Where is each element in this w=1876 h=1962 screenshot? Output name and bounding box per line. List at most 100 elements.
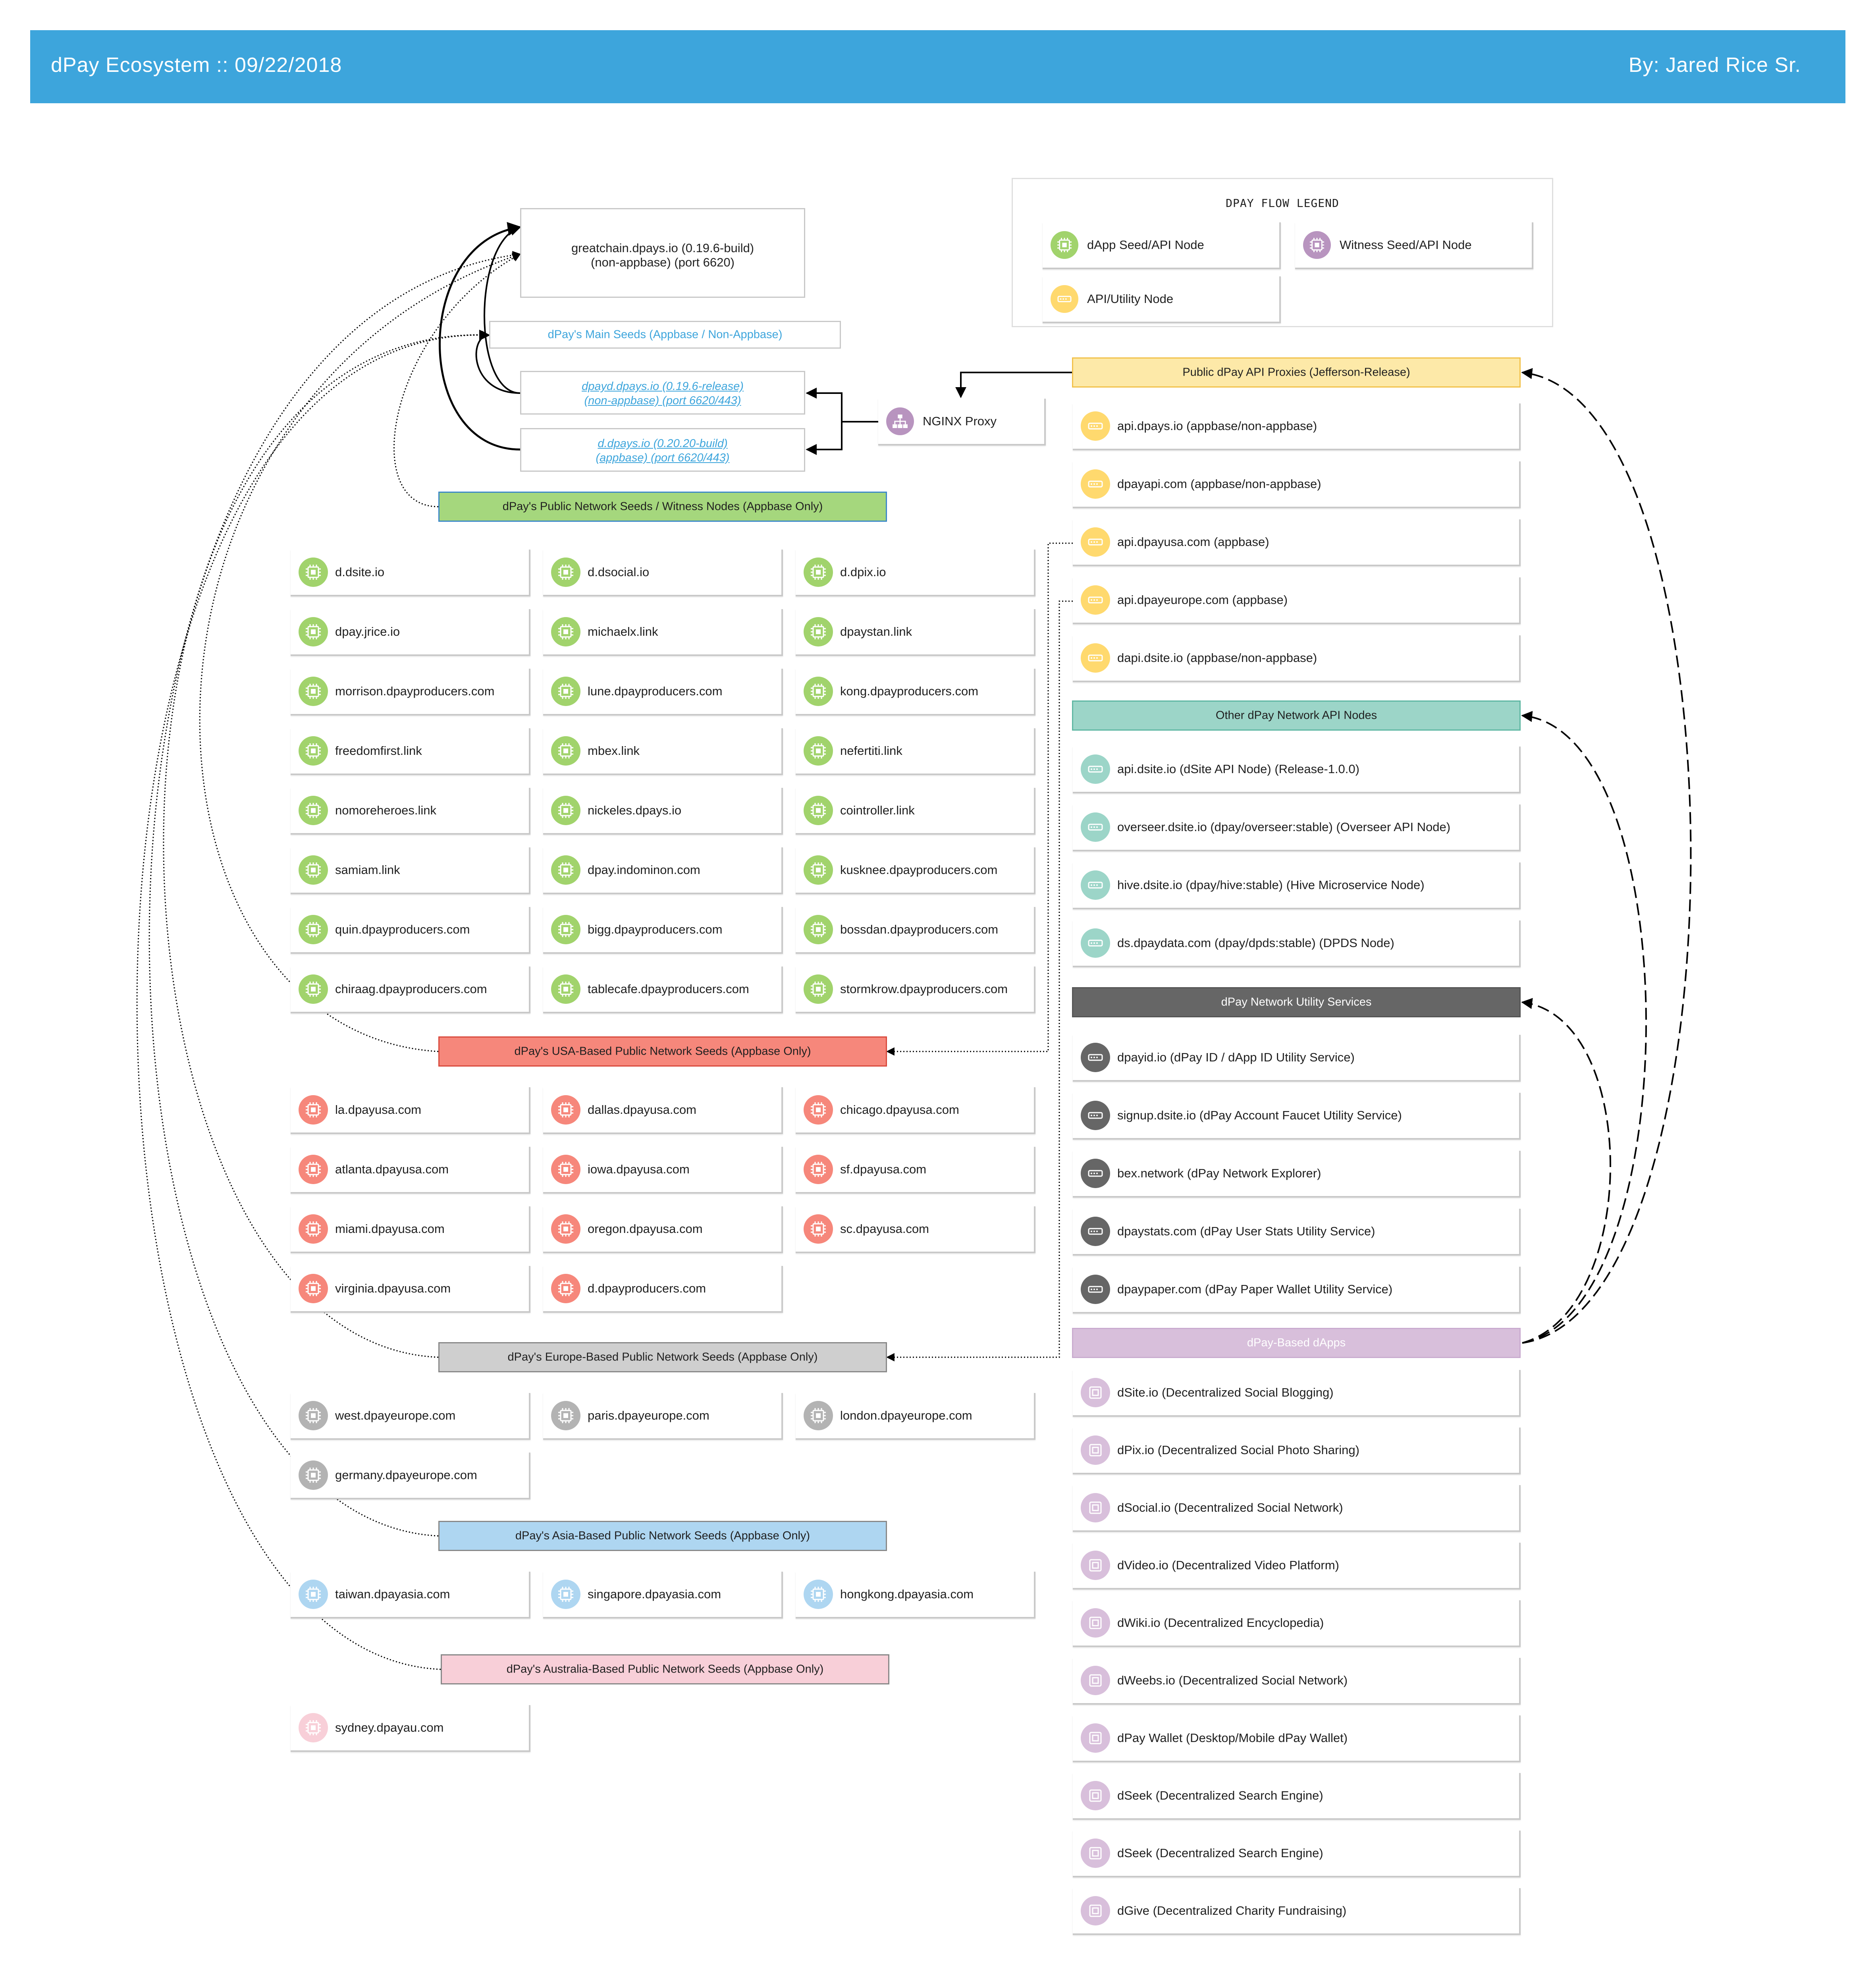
legend-item-1: Witness Seed/API Node: [1295, 222, 1533, 269]
main-seed-d-dpays-line2[interactable]: (appbase) (port 6620/443): [521, 451, 804, 465]
right-node-dapps-1-label: dPix.io (Decentralized Social Photo Shar…: [1117, 1443, 1359, 1457]
right-node-dapps-9-label: dGive (Decentralized Charity Fundraising…: [1117, 1904, 1347, 1918]
chip-icon: [1051, 231, 1078, 259]
chip-icon: [551, 617, 580, 646]
seed-node-public-17: kusknee.dpayproducers.com: [796, 847, 1035, 894]
seed-node-europe-2: london.dpayeurope.com: [796, 1393, 1035, 1440]
nginx-proxy: NGINX Proxy: [878, 399, 1046, 446]
seed-node-public-8-label: kong.dpayproducers.com: [840, 684, 979, 698]
chip-icon: [804, 974, 833, 1004]
page-title: dPay Ecosystem :: 09/22/2018: [51, 54, 342, 77]
right-node-dapps-3: dVideo.io (Decentralized Video Platform): [1073, 1543, 1521, 1590]
right-node-utility-4: dpaypaper.com (dPay Paper Wallet Utility…: [1073, 1267, 1521, 1314]
chip-icon: [804, 736, 833, 766]
chip-icon: [1303, 231, 1331, 259]
dapp-icon: [1081, 1896, 1110, 1925]
seed-node-usa-0-label: la.dpayusa.com: [335, 1103, 422, 1117]
seed-node-public-22-label: tablecafe.dpayproducers.com: [588, 982, 749, 996]
nginx-proxy-label: NGINX Proxy: [923, 414, 997, 428]
legend-title: DPAY FLOW LEGEND: [1226, 197, 1339, 210]
seed-node-public-20-label: bossdan.dpayproducers.com: [840, 922, 999, 936]
seed-node-asia-1-label: singapore.dpayasia.com: [588, 1587, 721, 1601]
right-node-other_api-2-label: hive.dsite.io (dpay/hive:stable) (Hive M…: [1117, 878, 1425, 892]
seed-node-public-13-label: nickeles.dpays.io: [588, 803, 682, 817]
seed-node-usa-7: oregon.dpayusa.com: [543, 1206, 783, 1253]
seed-node-public-14: cointroller.link: [796, 788, 1035, 835]
asia-seeds-banner-text: dPay's Asia-Based Public Network Seeds (…: [515, 1529, 810, 1542]
seed-node-asia-0-label: taiwan.dpayasia.com: [335, 1587, 450, 1601]
seed-node-public-9: freedomfirst.link: [291, 728, 530, 775]
seed-node-public-16: dpay.indominon.com: [543, 847, 783, 894]
server-icon: [1081, 1043, 1110, 1072]
seed-node-usa-8-label: sc.dpayusa.com: [840, 1222, 929, 1236]
chip-icon: [299, 915, 328, 944]
main-seed-dpayd[interactable]: dpayd.dpays.io (0.19.6-release) (non-app…: [520, 371, 805, 415]
right-node-utility-1: signup.dsite.io (dPay Account Faucet Uti…: [1073, 1093, 1521, 1140]
dapp-icon: [1081, 1435, 1110, 1465]
chip-icon: [299, 1274, 328, 1303]
right-node-utility-0-label: dpayid.io (dPay ID / dApp ID Utility Ser…: [1117, 1050, 1355, 1064]
right-node-dapps-8-label: dSeek (Decentralized Search Engine): [1117, 1846, 1323, 1860]
right-node-proxies-2: api.dpayusa.com (appbase): [1073, 519, 1521, 566]
right-node-dapps-1: dPix.io (Decentralized Social Photo Shar…: [1073, 1428, 1521, 1474]
chip-icon: [299, 1580, 328, 1609]
seed-node-europe-0: west.dpayeurope.com: [291, 1393, 530, 1440]
chip-icon: [299, 1401, 328, 1430]
seed-node-asia-0: taiwan.dpayasia.com: [291, 1572, 530, 1619]
chip-icon: [551, 1214, 580, 1244]
right-node-dapps-2: dSocial.io (Decentralized Social Network…: [1073, 1485, 1521, 1532]
seed-node-asia-2: hongkong.dpayasia.com: [796, 1572, 1035, 1619]
chip-icon: [804, 617, 833, 646]
dapps-banner: dPay-Based dApps: [1072, 1328, 1521, 1358]
seed-node-public-11-label: nefertiti.link: [840, 744, 902, 758]
chip-icon: [804, 855, 833, 885]
seed-node-public-10-label: mbex.link: [588, 744, 640, 758]
right-node-dapps-7-label: dSeek (Decentralized Search Engine): [1117, 1788, 1323, 1802]
diagram-canvas: dPay Ecosystem :: 09/22/2018 By: Jared R…: [0, 0, 1876, 1962]
chip-icon: [804, 1214, 833, 1244]
seed-node-public-16-label: dpay.indominon.com: [588, 863, 700, 877]
main-seed-dpayd-line2[interactable]: (non-appbase) (port 6620/443): [521, 394, 804, 408]
seed-node-public-3-label: dpay.jrice.io: [335, 625, 400, 639]
chip-icon: [551, 736, 580, 766]
server-icon: [1081, 1217, 1110, 1246]
seed-node-public-15: samiam.link: [291, 847, 530, 894]
main-seeds-label-text: dPay's Main Seeds (Appbase / Non-Appbase…: [548, 328, 783, 341]
server-icon: [1081, 469, 1110, 499]
seed-node-asia-2-label: hongkong.dpayasia.com: [840, 1587, 974, 1601]
seed-node-usa-9: virginia.dpayusa.com: [291, 1266, 530, 1313]
seed-node-public-11: nefertiti.link: [796, 728, 1035, 775]
seed-node-public-22: tablecafe.dpayproducers.com: [543, 967, 783, 1013]
right-node-proxies-3: api.dpayeurope.com (appbase): [1073, 577, 1521, 624]
seed-node-public-4-label: michaelx.link: [588, 625, 658, 639]
seed-node-public-18-label: quin.dpayproducers.com: [335, 922, 470, 936]
chip-icon: [804, 796, 833, 825]
right-node-dapps-0: dSite.io (Decentralized Social Blogging): [1073, 1370, 1521, 1417]
seed-node-usa-7-label: oregon.dpayusa.com: [588, 1222, 703, 1236]
proxies-banner-text: Public dPay API Proxies (Jefferson-Relea…: [1182, 366, 1410, 379]
seed-node-usa-1-label: dallas.dpayusa.com: [588, 1103, 696, 1117]
server-icon: [1051, 285, 1078, 313]
main-seed-d-dpays-line1[interactable]: d.dpays.io (0.20.20-build): [521, 436, 804, 451]
chip-icon: [299, 736, 328, 766]
chip-icon: [299, 617, 328, 646]
right-node-utility-3-label: dpaystats.com (dPay User Stats Utility S…: [1117, 1224, 1375, 1238]
europe-seeds-banner: dPay's Europe-Based Public Network Seeds…: [438, 1342, 887, 1372]
seed-node-public-10: mbex.link: [543, 728, 783, 775]
main-seed-dpayd-line1[interactable]: dpayd.dpays.io (0.19.6-release): [521, 379, 804, 394]
usa-seeds-banner: dPay's USA-Based Public Network Seeds (A…: [438, 1036, 887, 1067]
australia-seeds-banner: dPay's Australia-Based Public Network Se…: [441, 1654, 889, 1684]
dash-dapps-utility: [1521, 998, 1611, 1344]
right-node-dapps-6-label: dPay Wallet (Desktop/Mobile dPay Wallet): [1117, 1731, 1348, 1745]
legend-item-1-label: Witness Seed/API Node: [1340, 238, 1472, 252]
server-icon: [1081, 812, 1110, 842]
right-node-other_api-1: overseer.dsite.io (dpay/overseer:stable)…: [1073, 804, 1521, 851]
server-icon: [1081, 1159, 1110, 1188]
dapp-icon: [1081, 1839, 1110, 1868]
server-icon: [1081, 870, 1110, 900]
sitemap-icon: [886, 407, 914, 435]
main-seed-d-dpays[interactable]: d.dpays.io (0.20.20-build) (appbase) (po…: [520, 428, 805, 472]
server-icon: [1081, 411, 1110, 441]
proxies-banner: Public dPay API Proxies (Jefferson-Relea…: [1072, 357, 1521, 388]
main-seed-greatchain-line1: greatchain.dpays.io (0.19.6-build): [571, 241, 754, 255]
